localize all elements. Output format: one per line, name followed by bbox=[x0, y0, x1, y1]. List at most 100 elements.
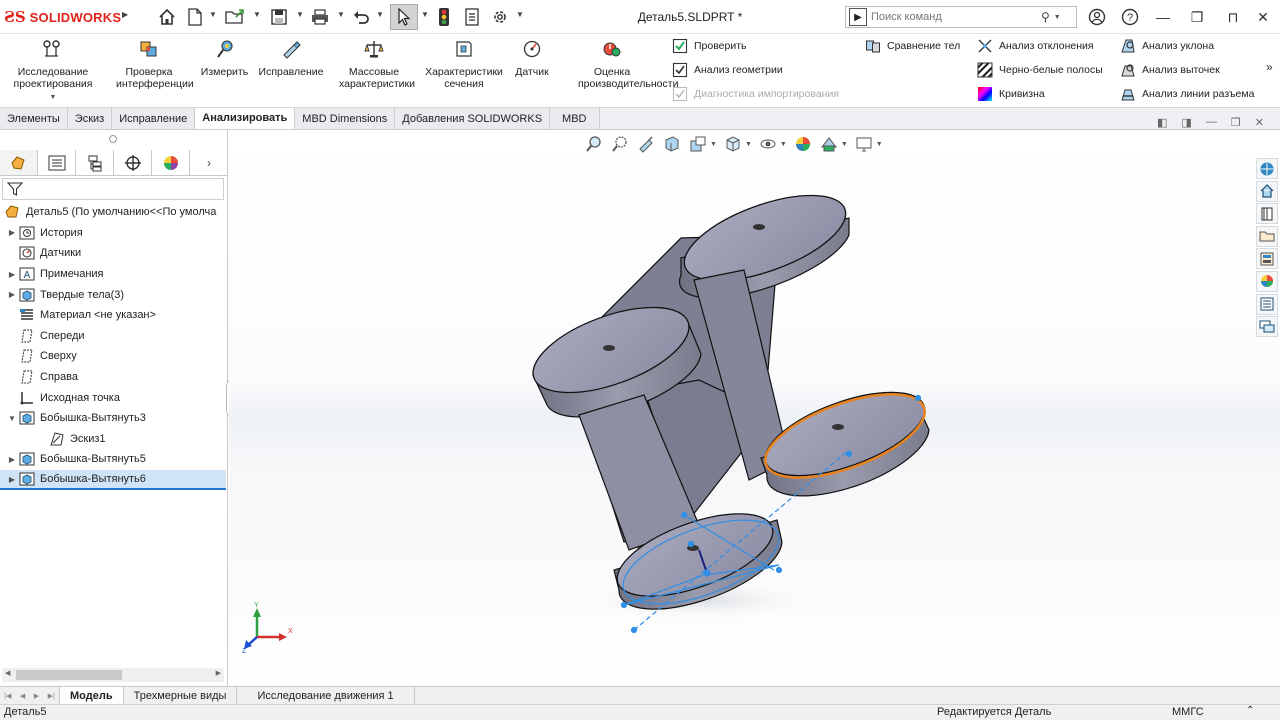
command-search-input[interactable] bbox=[871, 11, 1041, 23]
tree-item[interactable]: ▶ История bbox=[0, 223, 226, 244]
new-document-icon[interactable] bbox=[184, 6, 206, 28]
parting-line-analysis-button[interactable]: Анализ линии разъема bbox=[1120, 85, 1254, 103]
import-diagnostics-button[interactable]: Диагностика импортирования bbox=[672, 85, 839, 103]
search-icon[interactable]: ⚲ bbox=[1041, 10, 1050, 24]
doc-restore-icon[interactable]: ❐ bbox=[1231, 116, 1241, 129]
status-units-dropdown-icon[interactable]: ⌃ bbox=[1246, 705, 1254, 716]
tab-solidworks-addins[interactable]: Добавления SOLIDWORKS bbox=[395, 108, 551, 129]
print-icon[interactable] bbox=[309, 6, 331, 28]
tree-item[interactable]: Исходная точка bbox=[0, 387, 226, 408]
property-manager-tab[interactable] bbox=[38, 150, 76, 175]
compare-bodies-button[interactable]: Сравнение тел bbox=[865, 37, 960, 55]
section-properties-button[interactable]: Характеристики сечения bbox=[419, 38, 509, 90]
draft-analysis-button[interactable]: Анализ уклона bbox=[1120, 37, 1214, 55]
expand-arrow-icon[interactable]: ▶ bbox=[6, 270, 18, 279]
last-tab-icon[interactable]: ▶| bbox=[48, 692, 55, 700]
tab-model[interactable]: Модель bbox=[60, 687, 124, 704]
tile-left-icon[interactable]: ◧ bbox=[1157, 116, 1167, 129]
tree-item[interactable]: Спереди bbox=[0, 326, 226, 347]
tab-mbd-dimensions[interactable]: MBD Dimensions bbox=[295, 108, 396, 129]
performance-button[interactable]: Оценка производительности bbox=[556, 38, 678, 90]
unit-system[interactable]: ММГС bbox=[1172, 706, 1204, 718]
expand-arrow-icon[interactable]: ▶ bbox=[6, 475, 18, 484]
tree-filter[interactable] bbox=[2, 178, 224, 200]
options-gear-icon[interactable] bbox=[489, 6, 511, 28]
tab-mbd[interactable]: MBD bbox=[550, 108, 600, 129]
dimxpert-tab[interactable] bbox=[114, 150, 152, 175]
tree-item[interactable]: Эскиз1 bbox=[0, 429, 226, 450]
doc-close-icon[interactable]: ✕ bbox=[1255, 116, 1264, 129]
tab-evaluate[interactable]: Анализировать bbox=[195, 108, 296, 129]
tree-item[interactable]: ▶ Бобышка-Вытянуть6 bbox=[0, 469, 226, 491]
scroll-right-icon[interactable]: ▶ bbox=[216, 669, 221, 677]
rebuild-traffic-light-icon[interactable] bbox=[433, 6, 455, 28]
collapse-arrow-icon[interactable]: ▼ bbox=[6, 414, 18, 423]
expand-arrow-icon[interactable]: ▶ bbox=[6, 228, 18, 237]
tab-3d-views[interactable]: Трехмерные виды bbox=[124, 687, 238, 704]
tab-repair[interactable]: Исправление bbox=[112, 108, 196, 129]
tab-features[interactable]: Элементы bbox=[0, 108, 68, 129]
zebra-stripes-button[interactable]: Черно-белые полосы bbox=[977, 61, 1103, 79]
tree-item[interactable]: Датчики bbox=[0, 243, 226, 264]
doc-minimize-icon[interactable]: — bbox=[1206, 116, 1217, 129]
solidworks-logo[interactable]: ƧS SOLIDWORKS bbox=[4, 8, 121, 26]
undercut-analysis-button[interactable]: Анализ выточек bbox=[1120, 61, 1220, 79]
open-dropdown-icon[interactable]: ▼ bbox=[253, 10, 261, 19]
tree-item[interactable]: ▶ Твердые тела(3) bbox=[0, 284, 226, 305]
repair-button[interactable]: Исправление bbox=[254, 38, 328, 78]
tree-item[interactable]: Сверху bbox=[0, 346, 226, 367]
scrollbar-thumb[interactable] bbox=[16, 670, 122, 680]
search-dropdown-icon[interactable]: ▼ bbox=[1054, 14, 1061, 21]
tree-item[interactable]: ▶ Бобышка-Вытянуть5 bbox=[0, 449, 226, 470]
configuration-manager-tab[interactable] bbox=[76, 150, 114, 175]
design-study-dropdown-icon[interactable]: ▼ bbox=[6, 92, 100, 104]
tile-right-icon[interactable]: ◨ bbox=[1181, 116, 1191, 129]
restore-window-icon[interactable]: ❐ bbox=[1184, 6, 1210, 28]
pin-icon[interactable]: ⊓ bbox=[1220, 6, 1246, 28]
save-icon[interactable] bbox=[268, 6, 290, 28]
sensor-button[interactable]: Датчик bbox=[511, 38, 553, 78]
save-dropdown-icon[interactable]: ▼ bbox=[296, 10, 304, 19]
help-icon[interactable]: ? bbox=[1117, 6, 1143, 28]
command-search[interactable]: ▶ ⚲ ▼ bbox=[845, 6, 1077, 28]
print-dropdown-icon[interactable]: ▼ bbox=[337, 10, 345, 19]
next-tab-icon[interactable]: ▶ bbox=[34, 692, 39, 700]
prev-tab-icon[interactable]: ◀ bbox=[20, 692, 25, 700]
new-dropdown-icon[interactable]: ▼ bbox=[209, 10, 217, 19]
options-dropdown-icon[interactable]: ▼ bbox=[516, 10, 524, 19]
undo-dropdown-icon[interactable]: ▼ bbox=[376, 10, 384, 19]
minimize-icon[interactable]: — bbox=[1150, 6, 1176, 28]
tree-item[interactable]: Материал <не указан> bbox=[0, 305, 226, 326]
geometry-analysis-button[interactable]: Анализ геометрии bbox=[672, 61, 783, 79]
curvature-button[interactable]: Кривизна bbox=[977, 85, 1045, 103]
tree-item[interactable]: ▶ A Примечания bbox=[0, 264, 226, 285]
measure-button[interactable]: Измерить bbox=[197, 38, 252, 78]
undo-icon[interactable] bbox=[350, 6, 372, 28]
design-study-button[interactable]: Исследование проектирования ▼ bbox=[6, 38, 100, 104]
panel-collapse-handle[interactable] bbox=[109, 135, 117, 143]
tree-root-part[interactable]: Деталь5 (По умолчанию<<По умолча bbox=[0, 202, 226, 223]
display-manager-tab[interactable] bbox=[152, 150, 190, 175]
select-cursor-icon[interactable] bbox=[390, 4, 418, 30]
first-tab-icon[interactable]: |◀ bbox=[4, 692, 11, 700]
expand-arrow-icon[interactable]: ▶ bbox=[6, 290, 18, 299]
mass-properties-button[interactable]: Массовые характеристики bbox=[331, 38, 417, 90]
tree-item[interactable]: ▼ Бобышка-Вытянуть3 bbox=[0, 408, 226, 429]
scroll-left-icon[interactable]: ◀ bbox=[5, 669, 10, 677]
graphics-area[interactable]: ▼ ▼ ▼ ▼ ▼ Y X Z bbox=[229, 130, 1280, 686]
model-3d[interactable]: Y X Z bbox=[229, 130, 1280, 686]
account-icon[interactable] bbox=[1084, 6, 1110, 28]
close-icon[interactable]: ✕ bbox=[1250, 6, 1276, 28]
tab-sketch[interactable]: Эскиз bbox=[67, 108, 113, 129]
expand-arrow-icon[interactable]: ▶ bbox=[6, 455, 18, 464]
panel-tabs-next-icon[interactable]: › bbox=[190, 150, 228, 175]
open-folder-icon[interactable] bbox=[224, 6, 246, 28]
ribbon-more-icon[interactable]: » bbox=[1266, 60, 1273, 74]
tree-horizontal-scrollbar[interactable]: ◀ ▶ bbox=[2, 668, 224, 682]
tab-motion-study[interactable]: Исследование движения 1 bbox=[237, 687, 415, 704]
deviation-analysis-button[interactable]: Анализ отклонения bbox=[977, 37, 1094, 55]
check-button[interactable]: Проверить bbox=[672, 37, 747, 55]
select-dropdown-icon[interactable]: ▼ bbox=[421, 10, 429, 19]
feature-manager-tab[interactable] bbox=[0, 150, 38, 175]
tree-item[interactable]: Справа bbox=[0, 367, 226, 388]
